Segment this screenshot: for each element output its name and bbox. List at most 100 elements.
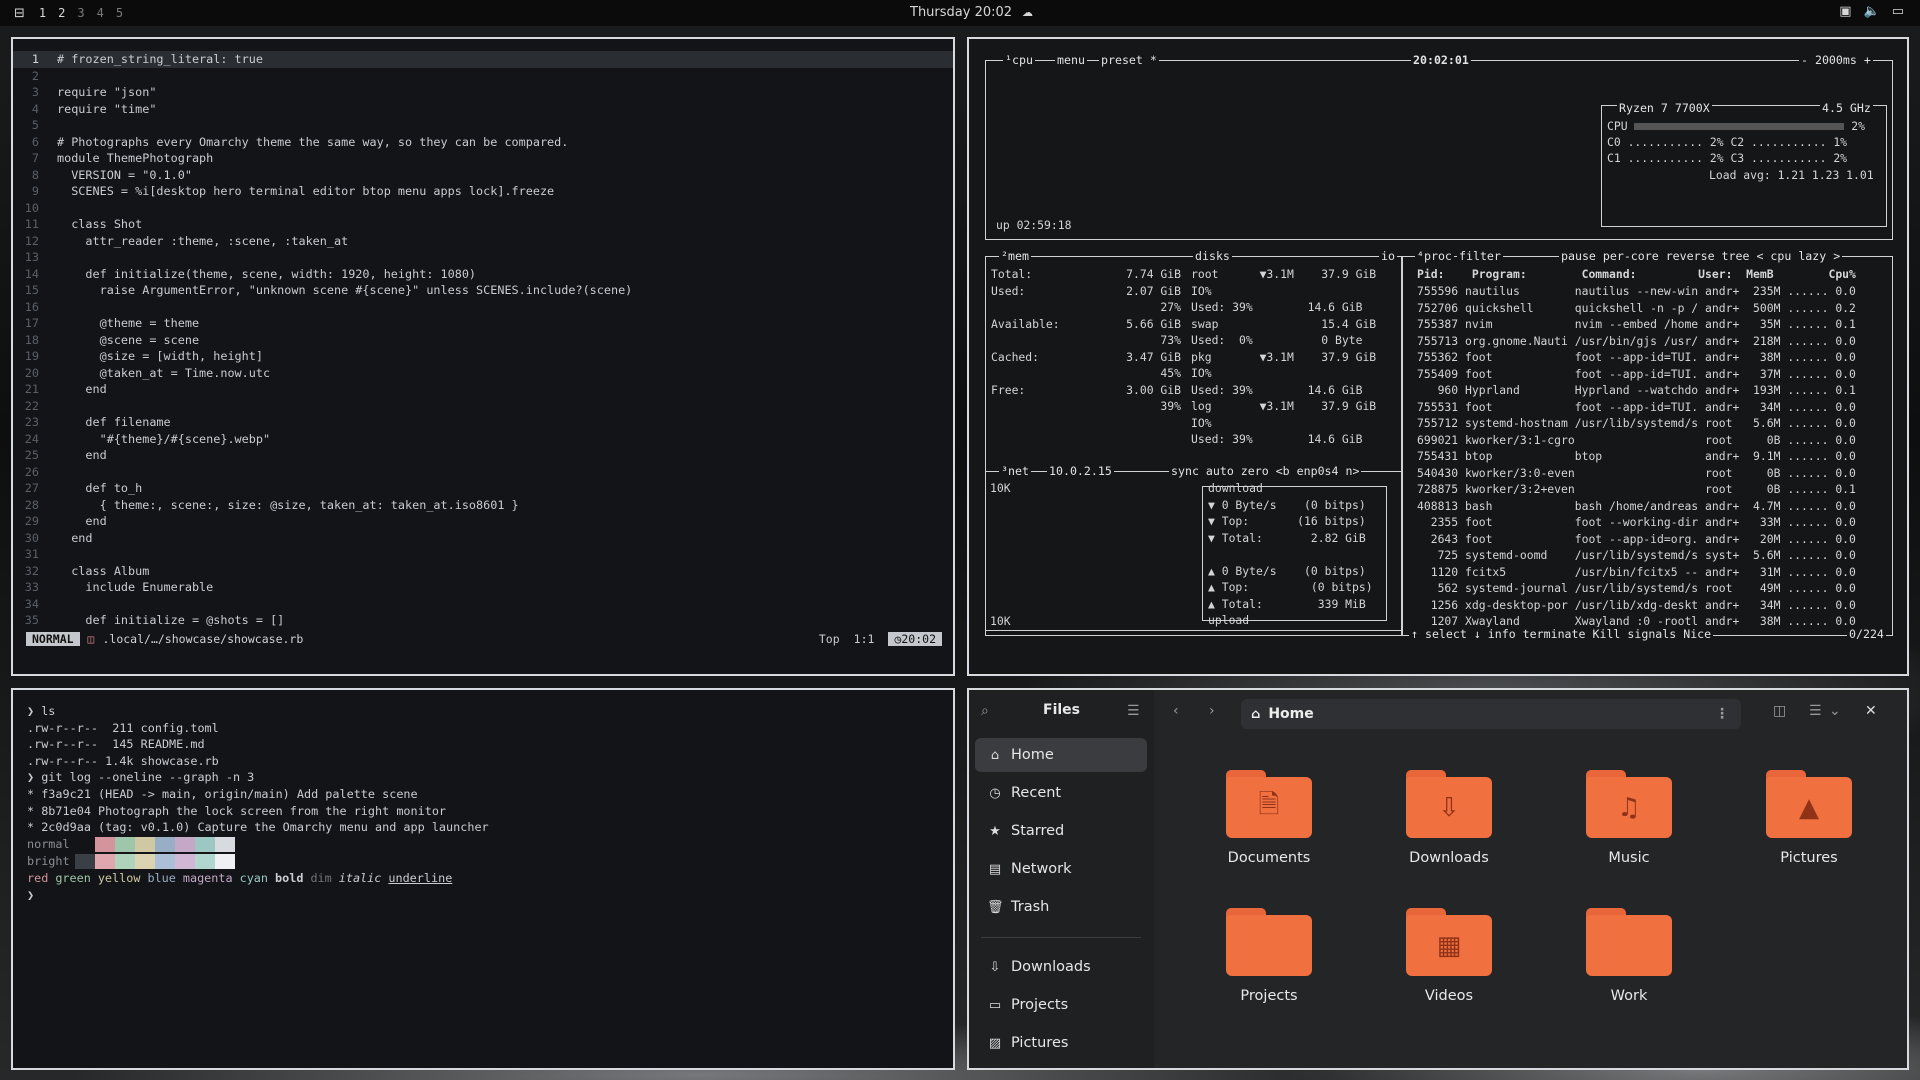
terminal-window[interactable]: ❯ ls .rw-r--r-- 211 config.toml .rw-r--r--… bbox=[11, 688, 955, 1070]
code-line[interactable]: 8 VERSION = "0.1.0" bbox=[13, 167, 953, 184]
proc-row[interactable]: 755431 btop btop andr+ 9.1M ...... 0.0 bbox=[1417, 448, 1856, 465]
sidebar-item-downloads[interactable]: ⇩ Downloads bbox=[975, 950, 1147, 984]
code-line[interactable]: 17 @theme = theme bbox=[13, 315, 953, 332]
code-line[interactable]: 30 end bbox=[13, 530, 953, 547]
btop-menu[interactable]: menu bbox=[1055, 53, 1087, 67]
code-line[interactable]: 21 end bbox=[13, 381, 953, 398]
code-line[interactable]: 13 bbox=[13, 249, 953, 266]
proc-row[interactable]: 725 systemd-oomd /usr/lib/systemd/s syst… bbox=[1417, 547, 1856, 564]
workspace-3[interactable]: 3 bbox=[77, 6, 84, 20]
io-title[interactable]: io bbox=[1379, 249, 1397, 263]
code-line[interactable]: 24 "#{theme}/#{scene}.webp" bbox=[13, 431, 953, 448]
code-line[interactable]: 19 @size = [width, height] bbox=[13, 348, 953, 365]
sidebar-item-projects[interactable]: ▭ Projects bbox=[975, 988, 1147, 1022]
code-line[interactable]: 6 # Photographs every Omarchy theme the s… bbox=[13, 134, 953, 151]
code-line[interactable]: 1 # frozen_string_literal: true bbox=[13, 51, 953, 68]
code-line[interactable]: 32 class Album bbox=[13, 563, 953, 580]
hamburger-menu-icon[interactable]: ☰ bbox=[1127, 703, 1140, 719]
code-line[interactable]: 35 def initialize = @shots = [] bbox=[13, 612, 953, 629]
code-line[interactable]: 9 SCENES = %i[desktop hero terminal edit… bbox=[13, 183, 953, 200]
proc-footer[interactable]: ↑ select ↓ info terminate Kill signals N… bbox=[1409, 627, 1714, 641]
code-line[interactable]: 11 class Shot bbox=[13, 216, 953, 233]
proc-options[interactable]: pause per-core reverse tree < cpu lazy > bbox=[1559, 249, 1843, 263]
proc-row[interactable]: 755712 systemd-hostnam /usr/lib/systemd/… bbox=[1417, 415, 1856, 432]
code-line[interactable]: 28 { theme:, scene:, size: @size, taken_… bbox=[13, 497, 953, 514]
sidebar-item-network[interactable]: ▤ Network bbox=[975, 852, 1147, 886]
proc-row[interactable]: 960 Hyprland Hyprland --watchdo andr+ 19… bbox=[1417, 382, 1856, 399]
folder-pictures[interactable]: ▲ Pictures bbox=[1739, 770, 1879, 866]
folder-videos[interactable]: ▦ Videos bbox=[1379, 908, 1519, 1004]
more-options-icon[interactable]: ⋮ bbox=[1715, 706, 1729, 722]
workspace-2[interactable]: 2 bbox=[58, 6, 65, 20]
proc-row[interactable]: 562 systemd-journal /usr/lib/systemd/s r… bbox=[1417, 580, 1856, 597]
files-window[interactable]: ⌕ Files ☰ ⌂ Home ◷ Recent ★ Starred ▤ Network 🗑 T… bbox=[967, 688, 1909, 1070]
chevron-down-icon[interactable]: ⌄ bbox=[1829, 703, 1841, 719]
code-line[interactable]: 15 raise ArgumentError, "unknown scene #… bbox=[13, 282, 953, 299]
screen-icon[interactable]: ▣ bbox=[1839, 4, 1851, 19]
editor-window[interactable]: 1 # frozen_string_literal: true 2 3 require … bbox=[11, 37, 955, 676]
location-bar[interactable]: ⌂ Home ⋮ bbox=[1241, 699, 1741, 729]
proc-title[interactable]: ⁴proc bbox=[1415, 249, 1454, 263]
code-line[interactable]: 20 @taken_at = Time.now.utc bbox=[13, 365, 953, 382]
workspace-4[interactable]: 4 bbox=[97, 6, 104, 20]
code-line[interactable]: 12 attr_reader :theme, :scene, :taken_at bbox=[13, 233, 953, 250]
proc-row[interactable]: 755362 foot foot --app-id=TUI. andr+ 38M… bbox=[1417, 349, 1856, 366]
sidebar-item-trash[interactable]: 🗑 Trash bbox=[975, 890, 1147, 924]
disks-title[interactable]: disks bbox=[1193, 249, 1232, 263]
code-line[interactable]: 27 def to_h bbox=[13, 480, 953, 497]
code-line[interactable]: 4 require "time" bbox=[13, 101, 953, 118]
code-line[interactable]: 14 def initialize(theme, scene, width: 1… bbox=[13, 266, 953, 283]
sidebar-item-starred[interactable]: ★ Starred bbox=[975, 814, 1147, 848]
workspace-1[interactable]: 1 bbox=[39, 6, 46, 20]
net-options[interactable]: sync auto zero <b enp0s4 n> bbox=[1169, 464, 1362, 478]
sidebar-item-pictures[interactable]: ▨ Pictures bbox=[975, 1026, 1147, 1060]
proc-row[interactable]: 540430 kworker/3:0-even root 0B ...... 0… bbox=[1417, 465, 1856, 482]
code-area[interactable]: 1 # frozen_string_literal: true 2 3 require … bbox=[13, 51, 953, 629]
mem-title[interactable]: ²mem bbox=[999, 249, 1031, 263]
proc-row[interactable]: 699021 kworker/3:1-cgro root 0B ...... 0… bbox=[1417, 432, 1856, 449]
code-line[interactable]: 10 bbox=[13, 200, 953, 217]
menu-icon[interactable]: ⊟ bbox=[14, 6, 25, 21]
forward-icon[interactable]: › bbox=[1209, 703, 1215, 719]
cpu-tab[interactable]: ¹cpu bbox=[1003, 53, 1035, 67]
proc-row[interactable]: 408813 bash bash /home/andreas andr+ 4.7… bbox=[1417, 498, 1856, 515]
btop-window[interactable]: ¹cpu menu preset * 20:02:01 - 2000ms + R… bbox=[967, 37, 1909, 676]
folder-downloads[interactable]: ⇩ Downloads bbox=[1379, 770, 1519, 866]
preset[interactable]: preset * bbox=[1099, 53, 1159, 67]
proc-filter[interactable]: filter bbox=[1457, 249, 1503, 263]
proc-row[interactable]: 755713 org.gnome.Nauti /usr/bin/gjs /usr… bbox=[1417, 333, 1856, 350]
code-line[interactable]: 3 require "json" bbox=[13, 84, 953, 101]
volume-icon[interactable]: 🔈 bbox=[1864, 4, 1880, 19]
folder-documents[interactable]: 🗎 Documents bbox=[1199, 770, 1339, 866]
folder-music[interactable]: ♫ Music bbox=[1559, 770, 1699, 866]
net-title[interactable]: ³net bbox=[999, 464, 1031, 478]
proc-row[interactable]: 728875 kworker/3:2+even root 0B ...... 0… bbox=[1417, 481, 1856, 498]
code-line[interactable]: 34 bbox=[13, 596, 953, 613]
proc-row[interactable]: 2355 foot foot --working-dir andr+ 33M .… bbox=[1417, 514, 1856, 531]
proc-row[interactable]: 755531 foot foot --app-id=TUI. andr+ 34M… bbox=[1417, 399, 1856, 416]
update-interval[interactable]: - 2000ms + bbox=[1799, 53, 1873, 67]
back-icon[interactable]: ‹ bbox=[1173, 703, 1179, 719]
code-line[interactable]: 7 module ThemePhotograph bbox=[13, 150, 953, 167]
proc-row[interactable]: 755596 nautilus nautilus --new-win andr+… bbox=[1417, 283, 1856, 300]
code-line[interactable]: 33 include Enumerable bbox=[13, 579, 953, 596]
proc-row[interactable]: 1120 fcitx5 /usr/bin/fcitx5 -- andr+ 31M… bbox=[1417, 564, 1856, 581]
sidebar-item-home[interactable]: ⌂ Home bbox=[975, 738, 1147, 772]
view-toggle-icon[interactable]: ◫ bbox=[1773, 703, 1786, 719]
code-line[interactable]: 2 bbox=[13, 68, 953, 85]
code-line[interactable]: 26 bbox=[13, 464, 953, 481]
clock[interactable]: Thursday 20:02 ☁ bbox=[910, 5, 1033, 20]
code-line[interactable]: 25 end bbox=[13, 447, 953, 464]
proc-row[interactable]: 2643 foot foot --app-id=org. andr+ 20M .… bbox=[1417, 531, 1856, 548]
code-line[interactable]: 23 def filename bbox=[13, 414, 953, 431]
proc-row[interactable]: 752706 quickshell quickshell -n -p / and… bbox=[1417, 300, 1856, 317]
prompt[interactable]: ❯ bbox=[27, 887, 34, 904]
list-view-icon[interactable]: ☰ bbox=[1809, 703, 1822, 719]
code-line[interactable]: 29 end bbox=[13, 513, 953, 530]
display-icon[interactable]: ▭ bbox=[1892, 4, 1904, 19]
folder-work[interactable]: Work bbox=[1559, 908, 1699, 1004]
workspace-5[interactable]: 5 bbox=[116, 6, 123, 20]
code-line[interactable]: 5 bbox=[13, 117, 953, 134]
code-line[interactable]: 31 bbox=[13, 546, 953, 563]
proc-row[interactable]: 755409 foot foot --app-id=TUI. andr+ 37M… bbox=[1417, 366, 1856, 383]
